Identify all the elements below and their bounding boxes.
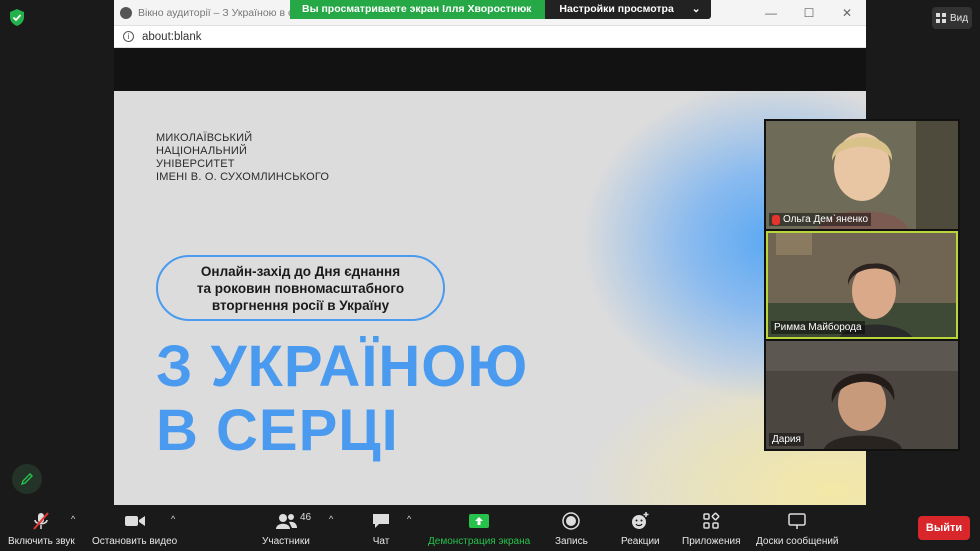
microphone-muted-icon xyxy=(33,512,50,530)
shared-screen: Вікно аудиторії – З Україною в сер — ☐ ✕… xyxy=(114,0,866,505)
apps-icon xyxy=(703,512,720,529)
apps-label: Приложения xyxy=(682,536,741,547)
maximize-icon[interactable]: ☐ xyxy=(790,0,828,25)
participant-name: Римма Майборода xyxy=(774,322,862,333)
record-label: Запись xyxy=(555,536,588,547)
university-line: ІМЕНІ В. О. СУХОМЛИНСЬКОГО xyxy=(156,171,330,183)
screen-share-banner: Вы просматриваете экран Ілля Хворостнюк … xyxy=(290,0,711,19)
participant-count: 46 xyxy=(300,512,312,523)
view-settings-button[interactable]: Настройки просмотра ⌄ xyxy=(545,0,711,19)
microphone-muted-icon xyxy=(772,214,780,225)
view-settings-label: Настройки просмотра xyxy=(559,3,674,15)
browser-title: Вікно аудиторії – З Україною в сер xyxy=(138,6,305,19)
share-screen-icon xyxy=(469,514,490,528)
leave-meeting-button[interactable]: Выйти xyxy=(918,516,970,540)
slide-headline: З УКРАЇНОЮ В СЕРЦІ xyxy=(156,335,528,463)
video-options-caret[interactable]: ^ xyxy=(171,514,175,524)
browser-app-icon xyxy=(120,6,132,19)
stop-video-button[interactable]: Остановить видео xyxy=(92,511,177,547)
record-icon xyxy=(562,512,581,530)
reactions-button[interactable]: Реакции xyxy=(621,511,660,547)
participant-tile[interactable]: Ольга Дем`яненко xyxy=(766,121,958,229)
audio-options-caret[interactable]: ^ xyxy=(71,514,75,524)
event-line: вторгнення росії в Україну xyxy=(211,297,390,313)
whiteboards-label: Доски сообщений xyxy=(756,536,839,547)
event-line: та роковин повномасштабного xyxy=(196,280,405,296)
participant-name: Ольга Дем`яненко xyxy=(783,214,869,225)
info-icon[interactable]: i xyxy=(123,31,134,42)
participant-gallery: Ольга Дем`яненко Римма Майборода Дария xyxy=(764,119,960,451)
chat-icon xyxy=(373,514,389,528)
unmute-label: Включить звук xyxy=(8,536,75,547)
presentation-slide: МИКОЛАЇВСЬКИЙ НАЦІОНАЛЬНИЙ УНІВЕРСИТЕТ І… xyxy=(114,91,866,505)
grid-icon xyxy=(935,13,946,23)
share-screen-label: Демонстрация экрана xyxy=(428,536,531,547)
participant-name: Дария xyxy=(772,434,801,445)
unmute-button[interactable]: Включить звук xyxy=(8,511,75,547)
participants-icon xyxy=(275,514,297,529)
event-line: Онлайн-захід до Дня єднання xyxy=(200,263,401,279)
emoji-icon xyxy=(632,512,649,529)
record-button[interactable]: Запись xyxy=(555,511,588,547)
view-button[interactable]: Вид xyxy=(932,7,972,29)
close-icon[interactable]: ✕ xyxy=(828,0,866,25)
sharing-status-text: Вы просматриваете экран Ілля Хворостнюк xyxy=(290,0,546,19)
participant-tile[interactable]: Дария xyxy=(766,341,958,449)
university-name: МИКОЛАЇВСЬКИЙ НАЦІОНАЛЬНИЙ УНІВЕРСИТЕТ І… xyxy=(156,132,329,184)
address-bar[interactable]: i about:blank xyxy=(114,25,866,48)
reactions-label: Реакции xyxy=(621,536,660,547)
headline-line: В СЕРЦІ xyxy=(156,398,399,463)
minimize-icon[interactable]: — xyxy=(752,0,790,25)
pencil-icon xyxy=(20,473,33,486)
chat-label: Чат xyxy=(372,536,390,547)
participant-name-label: Ольга Дем`яненко xyxy=(769,213,872,226)
participant-name-label: Дария xyxy=(769,433,804,446)
security-shield-icon[interactable] xyxy=(9,9,25,26)
participants-label: Участники xyxy=(262,536,310,547)
zoom-meeting-window: Вид Вікно аудиторії – З Україною в сер —… xyxy=(0,0,980,551)
meeting-toolbar: Включить звук ^ Остановить видео ^ Участ… xyxy=(0,505,980,551)
view-button-label: Вид xyxy=(949,12,969,24)
annotate-button[interactable] xyxy=(12,464,42,494)
university-line: УНІВЕРСИТЕТ xyxy=(156,158,235,170)
whiteboards-button[interactable]: Доски сообщений xyxy=(756,511,839,547)
url-text: about:blank xyxy=(142,30,202,43)
chat-button[interactable]: Чат xyxy=(371,511,391,547)
window-controls: — ☐ ✕ xyxy=(752,0,866,25)
stop-video-label: Остановить видео xyxy=(92,536,178,547)
university-line: МИКОЛАЇВСЬКИЙ xyxy=(156,132,253,144)
participant-tile-active-speaker[interactable]: Римма Майборода xyxy=(766,231,958,339)
event-title-pill: Онлайн-захід до Дня єднання та роковин п… xyxy=(156,255,445,321)
university-line: НАЦІОНАЛЬНИЙ xyxy=(156,145,248,157)
whiteboard-icon xyxy=(788,513,807,529)
participant-name-label: Римма Майборода xyxy=(771,321,865,334)
slide-header-bar xyxy=(114,48,866,91)
participants-options-caret[interactable]: ^ xyxy=(329,514,333,524)
video-camera-icon xyxy=(124,516,145,526)
chat-options-caret[interactable]: ^ xyxy=(407,514,411,524)
chevron-down-icon: ⌄ xyxy=(691,3,701,15)
apps-button[interactable]: Приложения xyxy=(682,511,741,547)
headline-line: З УКРАЇНОЮ xyxy=(156,334,529,399)
share-screen-button[interactable]: Демонстрация экрана xyxy=(428,511,530,547)
